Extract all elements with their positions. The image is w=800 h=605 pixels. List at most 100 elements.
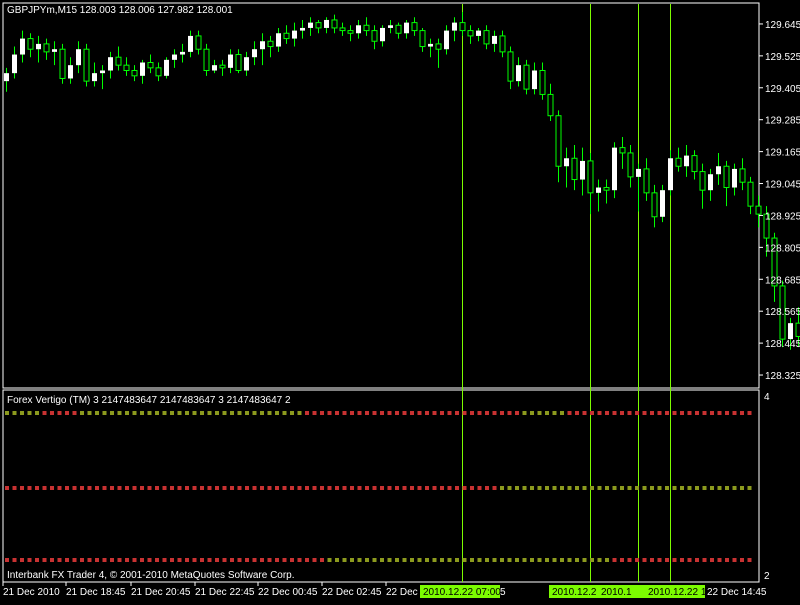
indicator-dot [492, 411, 497, 415]
indicator-dot [50, 411, 54, 415]
indicator-dot [267, 558, 272, 562]
bull-candle-body [4, 73, 9, 82]
indicator-dot [327, 486, 332, 490]
candle [195, 30, 202, 55]
indicator-dot [627, 486, 632, 490]
bear-candle-body [651, 192, 658, 218]
indicator-dot [170, 558, 174, 562]
candle [92, 62, 97, 87]
candle [532, 62, 537, 95]
bear-candle-body [123, 64, 130, 71]
indicator-dot [455, 411, 459, 415]
candle [36, 35, 41, 63]
indicator-dot [575, 486, 579, 490]
y-tick-label: 129.525 [765, 52, 800, 63]
indicator-dot [702, 558, 707, 562]
bear-candle-body [43, 43, 50, 53]
indicator-dot [395, 486, 399, 490]
indicator-dot [725, 411, 729, 415]
highlighted-date[interactable]: 2010.12.22 07:00 [420, 585, 501, 598]
chart-canvas[interactable]: 129.645 129.525 129.405 129.285 129.165 129.0… [0, 0, 800, 600]
highlighted-date[interactable]: 2010.12.2 [549, 585, 599, 598]
indicator-dot [125, 411, 129, 415]
bull-candle-body [76, 49, 81, 66]
bear-candle-body [131, 69, 138, 77]
indicator-dot [350, 486, 354, 490]
indicator-dot [642, 411, 647, 415]
indicator-dot [612, 558, 617, 562]
candle [363, 17, 370, 36]
indicator-dot [42, 411, 47, 415]
bear-candle-body [755, 205, 762, 215]
indicator-dot [200, 411, 204, 415]
bull-candle-body [172, 54, 177, 60]
candlestick-series [4, 11, 800, 350]
y-tick-label: 129.645 [765, 20, 800, 31]
bear-candle-body [267, 40, 274, 48]
indicator-dot [372, 558, 377, 562]
indicator-dot [102, 486, 107, 490]
x-tick-label: 21 Dec 18:45 [66, 587, 126, 598]
x-tick-label: 21 Dec 2010 [3, 587, 60, 598]
indicator-dot [155, 411, 159, 415]
candle [52, 41, 57, 66]
indicator-dot [657, 558, 662, 562]
indicator-dot [717, 411, 722, 415]
indicator-dot [320, 558, 324, 562]
indicator-dot [177, 558, 182, 562]
indicator-dot [627, 411, 632, 415]
indicator-dot [192, 411, 197, 415]
indicator-dot [35, 558, 39, 562]
candle [4, 67, 9, 92]
indicator-dot [72, 558, 77, 562]
bull-candle-body [52, 49, 57, 52]
indicator-dot [297, 558, 302, 562]
indicator-dot [350, 558, 354, 562]
indicator-dot [27, 411, 32, 415]
indicator-dot [642, 486, 647, 490]
indicator-dot [612, 486, 617, 490]
indicator-dot [200, 558, 204, 562]
indicator-dot [5, 558, 9, 562]
candle [219, 59, 226, 76]
candle [467, 25, 474, 44]
indicator-dot [657, 411, 662, 415]
bear-candle-body [691, 155, 698, 173]
bull-candle-body [580, 160, 585, 180]
indicator-dot [522, 558, 527, 562]
candle [380, 25, 385, 47]
bear-candle-body [155, 67, 162, 77]
indicator-dot [185, 486, 189, 490]
indicator-dot [672, 486, 677, 490]
candle [636, 163, 641, 212]
bull-candle-body [244, 57, 249, 71]
candle [108, 51, 113, 79]
indicator-dot [552, 411, 557, 415]
highlighted-date[interactable]: 2010.1 [598, 585, 645, 598]
bull-candle-body [612, 147, 617, 191]
indicator-dot [245, 558, 249, 562]
bear-candle-body [555, 115, 562, 167]
bull-candle-body [300, 27, 305, 31]
indicator-dot [102, 558, 107, 562]
indicator-dot [170, 486, 174, 490]
bear-candle-body [27, 38, 34, 50]
bull-candle-body [388, 25, 393, 28]
indicator-dot [552, 486, 557, 490]
indicator-dot [582, 558, 587, 562]
indicator-dot [155, 486, 159, 490]
bull-candle-body [564, 158, 569, 167]
indicator-dot [575, 411, 579, 415]
indicator-dot [185, 558, 189, 562]
indicator-dot [477, 558, 482, 562]
indicator-row-middle [5, 486, 752, 490]
indicator-dot [177, 486, 182, 490]
indicator-dot [222, 411, 227, 415]
indicator-dot [335, 486, 339, 490]
bear-candle-body [339, 27, 346, 32]
indicator-dot [485, 558, 489, 562]
indicator-dot [162, 486, 167, 490]
indicator-dot [132, 411, 137, 415]
indicator-dot [155, 558, 159, 562]
bull-candle-body [20, 38, 25, 55]
